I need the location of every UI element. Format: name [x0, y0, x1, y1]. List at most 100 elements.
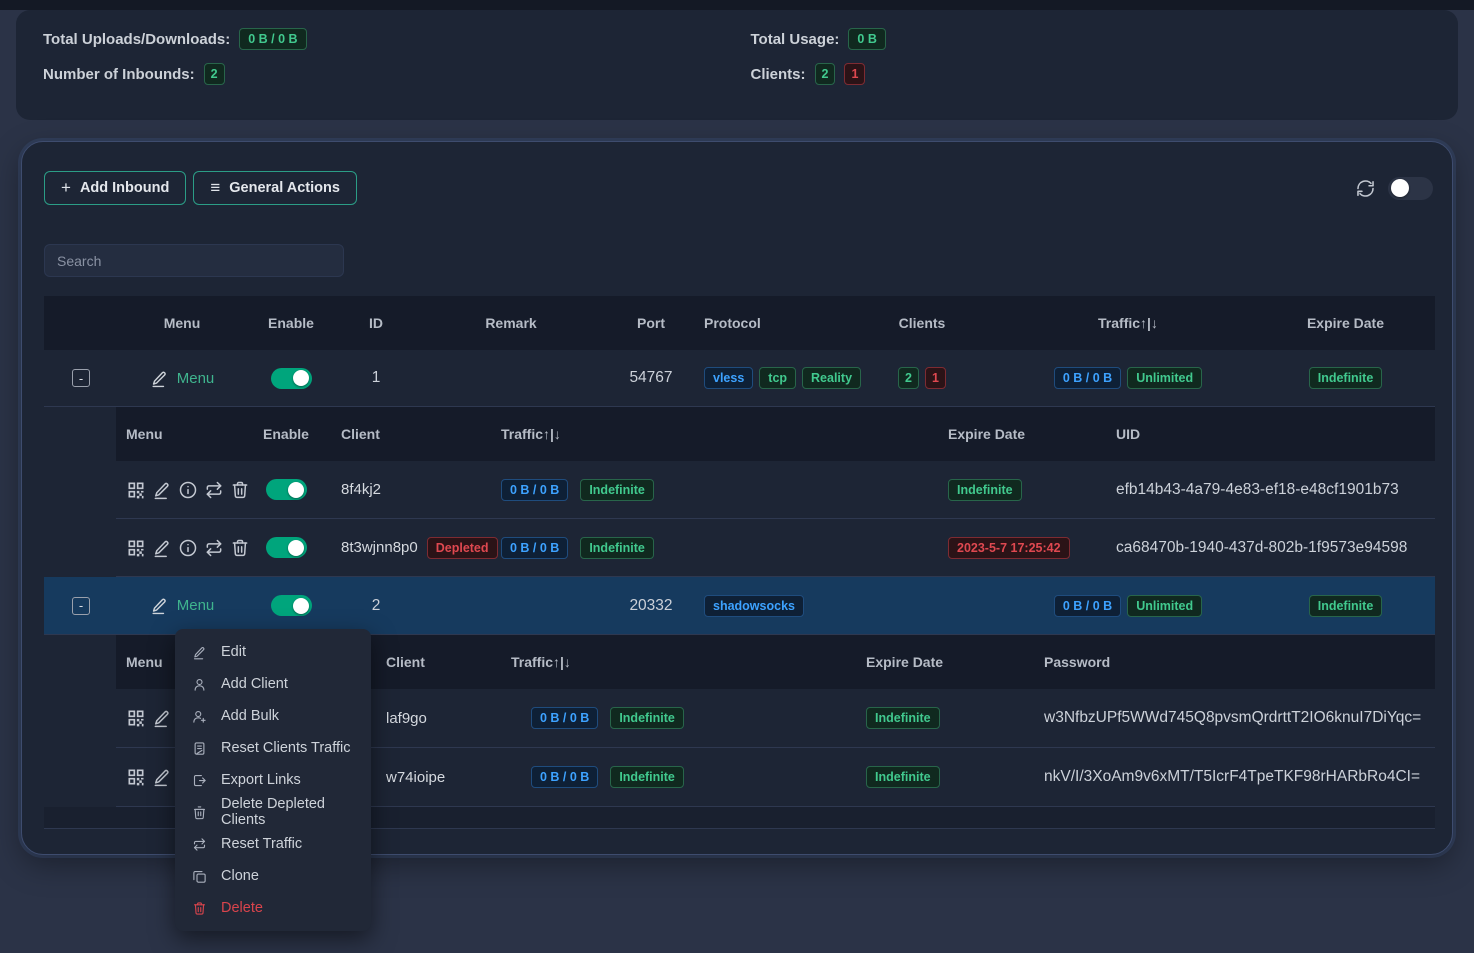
total-usage-badge: 0 B [848, 28, 885, 50]
inbound-protocols: shadowsocks [696, 577, 844, 634]
header-traffic[interactable]: Traffic↑|↓ [1000, 315, 1256, 331]
header-clients: Clients [844, 315, 1000, 331]
inbound-id: 2 [336, 577, 416, 634]
header-traffic[interactable]: Traffic↑|↓ [481, 635, 811, 689]
general-actions-button[interactable]: ≡ General Actions [193, 171, 357, 205]
inbound-enable-toggle[interactable] [271, 368, 312, 389]
stat-total-usage: Total Usage: 0 B [751, 28, 1459, 50]
client-traffic: 0 B / 0 B Indefinite [481, 519, 931, 576]
menu-item-label: Reset Clients Traffic [221, 740, 350, 756]
collapse-row-button[interactable]: - [72, 369, 90, 387]
reset-traffic-icon[interactable] [204, 480, 224, 500]
qr-code-icon[interactable] [126, 767, 146, 787]
client-actions [116, 461, 241, 518]
inbound-enable-toggle[interactable] [271, 595, 312, 616]
header-port: Port [606, 315, 696, 331]
clients-active-badge: 2 [815, 63, 836, 85]
inbounds-count-badge: 2 [204, 63, 225, 85]
header-menu: Menu [116, 407, 241, 461]
client-name: laf9go [386, 710, 427, 727]
traffic-badge: 0 B / 0 B [501, 537, 568, 559]
traffic-badge: 0 B / 0 B [531, 766, 598, 788]
traffic-limit-badge: Indefinite [580, 479, 654, 501]
subtable-header-row: Menu Enable Client Traffic↑|↓ Expire Dat… [116, 407, 1435, 461]
menu-item-add-bulk[interactable]: Add Bulk [175, 700, 371, 732]
edit-pencil-icon[interactable] [152, 538, 172, 558]
protocol-badge: vless [704, 367, 753, 389]
menu-item-label: Reset Traffic [221, 836, 302, 852]
table-header-row: Menu Enable ID Remark Port Protocol Clie… [44, 296, 1435, 350]
row-menu-button[interactable]: Menu [150, 596, 215, 615]
menu-item-label: Edit [221, 644, 246, 660]
client-enable-toggle[interactable] [266, 479, 307, 500]
toggle-knob [293, 370, 309, 386]
qr-code-icon[interactable] [126, 538, 146, 558]
menu-item-reset-clients-traffic[interactable]: Reset Clients Traffic [175, 732, 371, 764]
client-name: 8f4kj2 [341, 481, 381, 498]
edit-pencil-icon [150, 596, 169, 615]
menu-item-clone[interactable]: Clone [175, 860, 371, 892]
header-uid: UID [1111, 407, 1435, 461]
client-enable-toggle[interactable] [266, 537, 307, 558]
stat-label: Total Uploads/Downloads: [43, 31, 230, 48]
delete-icon [192, 901, 207, 916]
header-enable: Enable [246, 315, 336, 331]
qr-code-icon[interactable] [126, 480, 146, 500]
header-expire-date: Expire Date [1256, 315, 1435, 331]
inbound-traffic: 0 B / 0 B Unlimited [1000, 577, 1256, 634]
add-inbound-button[interactable]: + Add Inbound [44, 171, 186, 205]
header-menu: Menu [118, 315, 246, 331]
header-traffic[interactable]: Traffic↑|↓ [481, 407, 931, 461]
expire-badge: Indefinite [1309, 595, 1383, 617]
edit-icon [192, 645, 207, 660]
traffic-badge: 0 B / 0 B [1054, 595, 1121, 617]
row-menu-button[interactable]: Menu [150, 369, 215, 388]
expire-badge: Indefinite [948, 479, 1022, 501]
add-inbound-label: Add Inbound [80, 180, 169, 196]
stat-label: Clients: [751, 66, 806, 83]
menu-item-label: Export Links [221, 772, 301, 788]
info-icon[interactable] [178, 480, 198, 500]
traffic-limit-badge: Indefinite [610, 766, 684, 788]
stat-label: Total Usage: [751, 31, 840, 48]
header-expire-date: Expire Date [931, 407, 1111, 461]
row-menu-label: Menu [177, 597, 215, 614]
header-expire-date: Expire Date [811, 635, 1031, 689]
header-remark: Remark [416, 315, 606, 331]
menu-item-reset-traffic[interactable]: Reset Traffic [175, 828, 371, 860]
traffic-badge: 0 B / 0 B [531, 707, 598, 729]
general-actions-label: General Actions [229, 180, 340, 196]
inbound-traffic: 0 B / 0 B Unlimited [1000, 350, 1256, 406]
clients-depleted-badge: 1 [844, 63, 865, 85]
expire-badge: Indefinite [866, 766, 940, 788]
inbound-port: 54767 [606, 350, 696, 406]
qr-code-icon[interactable] [126, 708, 146, 728]
edit-pencil-icon[interactable] [152, 708, 172, 728]
edit-pencil-icon[interactable] [152, 480, 172, 500]
dark-mode-toggle[interactable] [1388, 177, 1433, 200]
reset-traffic-icon[interactable] [204, 538, 224, 558]
menu-item-delete-depleted-clients[interactable]: Delete Depleted Clients [175, 796, 371, 828]
inbound-id: 1 [336, 350, 416, 406]
collapse-row-button[interactable]: - [72, 597, 90, 615]
traffic-badge: 0 B / 0 B [501, 479, 568, 501]
menu-item-edit[interactable]: Edit [175, 636, 371, 668]
add-client-icon [192, 677, 207, 692]
protocol-badge: tcp [759, 367, 796, 389]
menu-item-add-client[interactable]: Add Client [175, 668, 371, 700]
menu-item-delete[interactable]: Delete [175, 892, 371, 924]
refresh-icon[interactable] [1356, 179, 1375, 198]
menu-item-label: Add Bulk [221, 708, 279, 724]
client-name: w74ioipe [386, 769, 445, 786]
client-password: w3NfbzUPf5WWd745Q8pvsmQrdrttT2IO6knuI7Di… [1031, 689, 1435, 747]
menu-item-label: Delete Depleted Clients [221, 796, 354, 828]
menu-item-export-links[interactable]: Export Links [175, 764, 371, 796]
edit-pencil-icon[interactable] [152, 767, 172, 787]
export-links-icon [192, 773, 207, 788]
stat-total-uploads-downloads: Total Uploads/Downloads: 0 B / 0 B [43, 28, 751, 50]
inbound-clients [844, 577, 1000, 634]
search-input[interactable] [44, 244, 344, 277]
inbound-row-1: - Menu 1 54767 vless tcp Reality 2 [44, 350, 1435, 407]
clone-icon [192, 869, 207, 884]
info-icon[interactable] [178, 538, 198, 558]
